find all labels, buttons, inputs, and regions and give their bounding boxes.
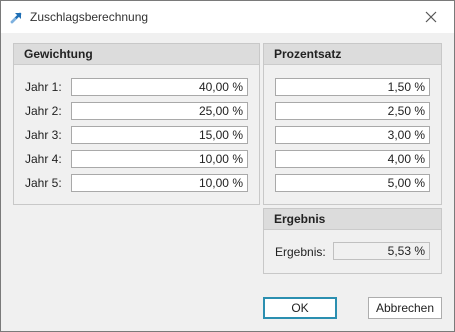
prozentsatz-2-input[interactable]: 2,50 % (275, 102, 430, 120)
ergebnis-group: Ergebnis Ergebnis: 5,53 % (263, 208, 442, 274)
prozentsatz-3-input[interactable]: 3,00 % (275, 126, 430, 144)
jahr-4-label: Jahr 4: (25, 152, 62, 166)
jahr-4-input[interactable]: 10,00 % (71, 150, 248, 168)
jahr-4-row: Jahr 4: 10,00 % (25, 150, 249, 168)
prozentsatz-5-input[interactable]: 5,00 % (275, 174, 430, 192)
dialog-window: Zuschlagsberechnung Gewichtung Jahr 1: 4… (0, 0, 455, 332)
jahr-3-label: Jahr 3: (25, 128, 62, 142)
jahr-2-input[interactable]: 25,00 % (71, 102, 248, 120)
jahr-5-input[interactable]: 10,00 % (71, 174, 248, 192)
window-title: Zuschlagsberechnung (30, 10, 149, 24)
ergebnis-label: Ergebnis: (275, 245, 326, 259)
jahr-2-label: Jahr 2: (25, 104, 62, 118)
jahr-5-label: Jahr 5: (25, 176, 62, 190)
close-icon[interactable] (422, 8, 440, 26)
ergebnis-header: Ergebnis (264, 209, 441, 230)
ok-button[interactable]: OK (263, 297, 337, 319)
jahr-3-row: Jahr 3: 15,00 % (25, 126, 249, 144)
jahr-1-label: Jahr 1: (25, 80, 62, 94)
arrow-up-right-icon (10, 12, 22, 24)
prozentsatz-1-input[interactable]: 1,50 % (275, 78, 430, 96)
jahr-2-row: Jahr 2: 25,00 % (25, 102, 249, 120)
jahr-5-row: Jahr 5: 10,00 % (25, 174, 249, 192)
jahr-3-input[interactable]: 15,00 % (71, 126, 248, 144)
title-bar: Zuschlagsberechnung (1, 1, 454, 33)
prozentsatz-4-input[interactable]: 4,00 % (275, 150, 430, 168)
gewichtung-header: Gewichtung (14, 44, 259, 65)
prozentsatz-group: Prozentsatz 1,50 % 2,50 % 3,00 % 4,00 % … (263, 43, 442, 205)
prozentsatz-header: Prozentsatz (264, 44, 441, 65)
jahr-1-input[interactable]: 40,00 % (71, 78, 248, 96)
gewichtung-group: Gewichtung Jahr 1: 40,00 % Jahr 2: 25,00… (13, 43, 260, 205)
jahr-1-row: Jahr 1: 40,00 % (25, 78, 249, 96)
cancel-button[interactable]: Abbrechen (368, 297, 442, 319)
ergebnis-value: 5,53 % (333, 242, 430, 260)
